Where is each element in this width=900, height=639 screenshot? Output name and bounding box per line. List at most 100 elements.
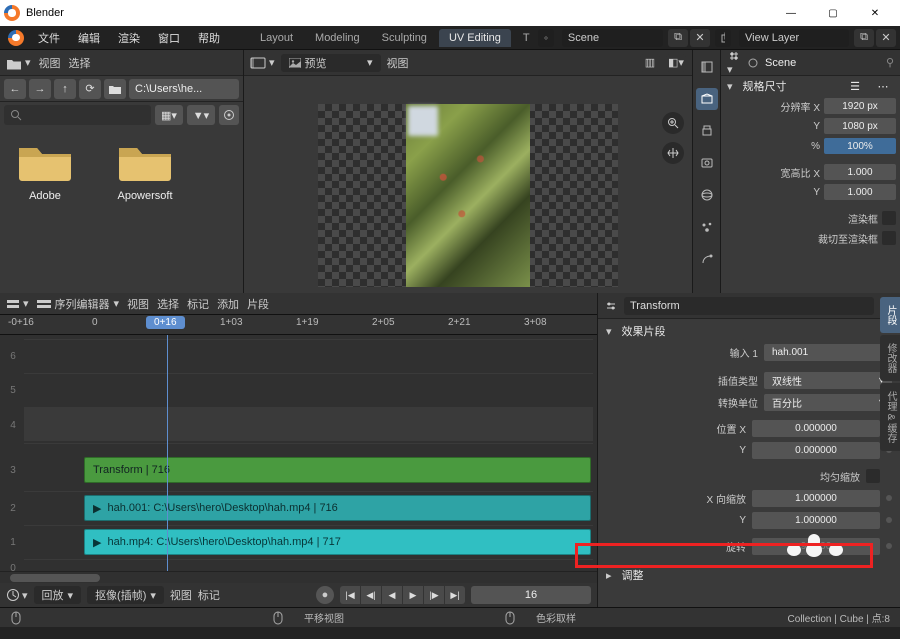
minimize-button[interactable]: ― (770, 0, 812, 26)
preview-editor-icon[interactable]: ▾ (250, 56, 275, 69)
footer-marker-menu[interactable]: 标记 (198, 587, 220, 603)
strip-clip2[interactable]: ▶ hah.mp4: C:\Users\hero\Desktop\hah.mp4… (84, 529, 591, 555)
timeline-editor-icon[interactable]: ▾ (6, 588, 28, 602)
filter-button[interactable]: ▼▾ (187, 105, 215, 125)
strip-clip1[interactable]: ▶ hah.001: C:\Users\hero\Desktop\hah.mp4… (84, 495, 591, 521)
tab-modeling[interactable]: Modeling (305, 29, 370, 47)
playhead[interactable]: 0+16 (146, 316, 185, 329)
side-search-input[interactable]: Transform (624, 297, 874, 315)
nav-back-button[interactable]: ← (4, 79, 26, 99)
adjust-header[interactable]: 调整 (598, 565, 900, 585)
seq-view-menu[interactable]: 视图 (127, 296, 149, 312)
options-icon[interactable]: ⋯ (872, 77, 894, 95)
sequencer-tracks[interactable]: 6 5 4 3 2 1 0 Transform | 716 ▶ hah.001:… (0, 335, 597, 571)
viewlayer-copy-button[interactable]: ⧉ (854, 29, 874, 47)
current-frame-field[interactable]: 16 (471, 586, 591, 604)
play-reverse-button[interactable]: ◀ (382, 586, 402, 604)
footer-view-menu[interactable]: 视图 (170, 587, 192, 603)
filebrowser-select-menu[interactable]: 选择 (69, 55, 91, 71)
res-x-field[interactable]: 1920 px (824, 98, 896, 114)
playback-menu[interactable]: 回放▾ (34, 586, 82, 604)
tab-physics-icon[interactable] (696, 248, 718, 270)
folder-item-apowersoft[interactable]: Apowersoft (110, 138, 180, 283)
seq-add-menu[interactable]: 添加 (217, 296, 239, 312)
input1-field[interactable]: hah.001 (764, 344, 892, 361)
tab-layout[interactable]: Layout (250, 29, 303, 47)
preview-overlay-button[interactable]: ◧▾ (666, 54, 686, 72)
nav-newfolder-button[interactable] (104, 79, 126, 99)
seq-select-menu[interactable]: 选择 (157, 296, 179, 312)
tab-particles-icon[interactable] (696, 216, 718, 238)
uniform-checkbox[interactable] (866, 469, 880, 483)
maximize-button[interactable]: ▢ (812, 0, 854, 26)
next-keyframe-button[interactable]: |▶ (424, 586, 444, 604)
tab-render-icon[interactable] (696, 56, 718, 78)
pct-field[interactable]: 100% (824, 138, 896, 154)
jump-end-button[interactable]: ▶| (445, 586, 465, 604)
prev-keyframe-button[interactable]: ◀| (361, 586, 381, 604)
effect-strip-header[interactable]: 效果片段 (598, 321, 900, 341)
tab-output-icon[interactable] (696, 88, 718, 110)
rot-field[interactable]: 90.000 (752, 538, 880, 555)
interp-select[interactable]: 双线性▾ (764, 372, 892, 389)
keyframe-dot[interactable] (886, 543, 892, 549)
scaley-field[interactable]: 1.000000 (752, 512, 880, 529)
posx-field[interactable]: 0.000000 (752, 420, 880, 437)
folder-item-adobe[interactable]: Adobe (10, 138, 80, 283)
display-mode-button[interactable]: ▦▾ (155, 105, 183, 125)
preview-viewport[interactable] (244, 76, 692, 293)
tab-world-icon[interactable] (696, 184, 718, 206)
close-button[interactable]: ✕ (854, 0, 896, 26)
scene-copy-button[interactable]: ⧉ (668, 29, 688, 47)
preview-channels-button[interactable]: ▥ (640, 54, 660, 72)
timeline-ruler[interactable]: -0+16 0 0+16 1+03 1+19 2+05 2+21 3+08 (0, 315, 597, 335)
nav-refresh-button[interactable]: ⟳ (79, 79, 101, 99)
viewlayer-del-button[interactable]: ✕ (876, 29, 896, 47)
preview-mode-select[interactable]: 预览 ▾ (281, 54, 381, 72)
nav-up-button[interactable]: ↑ (54, 79, 76, 99)
menu-file[interactable]: 文件 (30, 27, 68, 49)
sidetab-proxy[interactable]: 代理 & 缓存 (880, 383, 900, 451)
nav-forward-button[interactable]: → (29, 79, 51, 99)
sidetab-modifier[interactable]: 修改器 (880, 335, 900, 381)
scalex-field[interactable]: 1.000000 (752, 490, 880, 507)
menu-render[interactable]: 渲染 (110, 27, 148, 49)
tab-sculpting[interactable]: Sculpting (372, 29, 437, 47)
sequencer-mode-select[interactable]: 序列编辑器▾ (37, 296, 120, 312)
tab-print-icon[interactable] (696, 120, 718, 142)
sequencer-editor-icon[interactable]: ▾ (6, 297, 29, 310)
pan-button[interactable] (662, 142, 684, 164)
border-checkbox[interactable] (882, 211, 896, 225)
scene-new-button[interactable]: ✕ (690, 29, 710, 47)
tab-texture[interactable]: T (513, 29, 533, 47)
posy-field[interactable]: 0.000000 (752, 442, 880, 459)
menu-help[interactable]: 帮助 (190, 27, 228, 49)
file-browser-body[interactable]: Adobe Apowersoft (0, 128, 243, 293)
props-scene-icon[interactable] (747, 57, 759, 69)
hscroll-thumb[interactable] (10, 574, 100, 582)
jump-start-button[interactable]: |◀ (340, 586, 360, 604)
keyframe-dot[interactable] (886, 517, 892, 523)
viewlayer-name-field[interactable]: View Layer (739, 29, 849, 47)
play-button[interactable]: ▶ (403, 586, 423, 604)
pin-icon[interactable]: ⚲ (886, 56, 894, 69)
dimensions-header[interactable]: 规格尺寸 ☰ ⋯ (721, 76, 900, 96)
unit-select[interactable]: 百分比▾ (764, 394, 892, 411)
viewlayer-browse-icon[interactable] (715, 29, 731, 47)
menu-window[interactable]: 窗口 (150, 27, 188, 49)
snap-menu[interactable]: 抠像(插帧)▾ (87, 586, 164, 604)
aspect-y-field[interactable]: 1.000 (824, 184, 896, 200)
path-field[interactable]: C:\Users\he... (129, 79, 239, 99)
tab-view-icon[interactable] (696, 152, 718, 174)
keyframe-dot[interactable] (886, 495, 892, 501)
zoom-button[interactable] (662, 112, 684, 134)
blender-menu-icon[interactable] (8, 30, 24, 46)
filter-icon[interactable] (604, 299, 618, 313)
props-editor-icon[interactable]: ▾ (727, 50, 741, 76)
seq-strip-menu[interactable]: 片段 (247, 296, 269, 312)
autokey-button[interactable]: ● (316, 586, 334, 604)
tab-uv-editing[interactable]: UV Editing (439, 29, 511, 47)
settings-icon[interactable] (219, 105, 239, 125)
playhead-line[interactable] (167, 335, 168, 571)
timeline-hscroll[interactable] (0, 571, 597, 583)
